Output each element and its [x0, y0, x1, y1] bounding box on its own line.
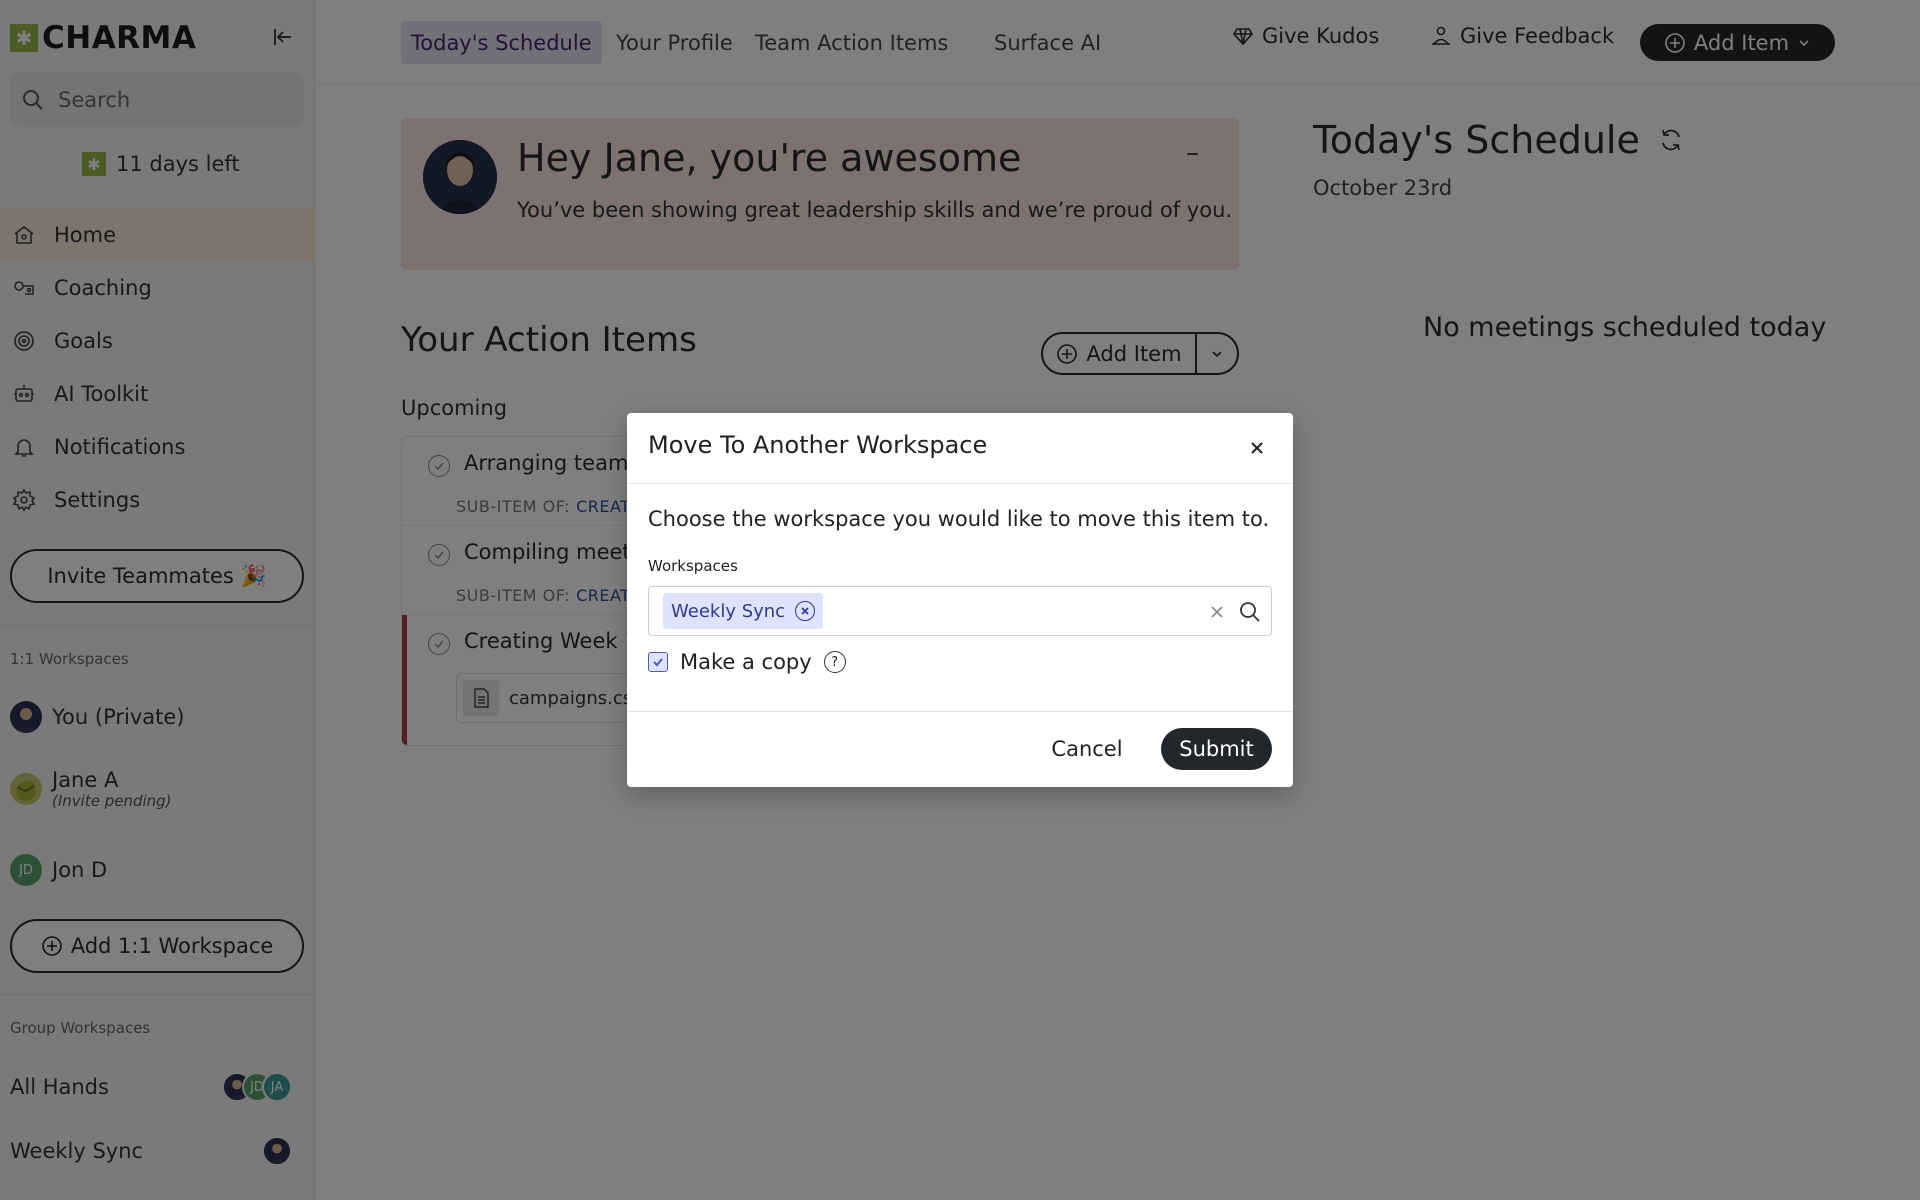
workspaces-select[interactable]: Weekly Sync	[648, 586, 1272, 636]
search-icon	[1240, 602, 1260, 622]
close-icon	[1211, 606, 1223, 618]
make-copy-row: Make a copy ?	[648, 650, 846, 674]
app-root: ✱ CHARMA Search ✱ 11 days left Home Coac…	[0, 0, 1920, 1200]
checkmark-icon	[653, 658, 663, 667]
workspaces-field-label: Workspaces	[648, 557, 738, 575]
dialog-description: Choose the workspace you would like to m…	[648, 507, 1270, 531]
help-icon[interactable]: ?	[823, 651, 846, 673]
selected-workspace-tag: Weekly Sync	[663, 593, 824, 629]
close-dialog-button[interactable]	[1242, 433, 1272, 463]
clear-selection-button[interactable]	[1205, 600, 1229, 624]
cancel-button[interactable]: Cancel	[1047, 728, 1127, 770]
submit-button[interactable]: Submit	[1161, 728, 1272, 770]
close-icon	[1251, 442, 1263, 454]
close-icon	[801, 607, 809, 615]
remove-tag-button[interactable]	[795, 601, 816, 621]
dialog-footer-divider	[627, 711, 1293, 712]
make-copy-label: Make a copy	[680, 650, 812, 674]
dialog-title: Move To Another Workspace	[648, 431, 988, 459]
tag-label: Weekly Sync	[671, 600, 786, 622]
dialog-header: Move To Another Workspace	[627, 413, 1293, 484]
make-copy-checkbox[interactable]	[648, 652, 668, 672]
search-workspaces-button[interactable]	[1236, 598, 1264, 626]
move-workspace-dialog: Move To Another Workspace Choose the wor…	[627, 413, 1293, 787]
